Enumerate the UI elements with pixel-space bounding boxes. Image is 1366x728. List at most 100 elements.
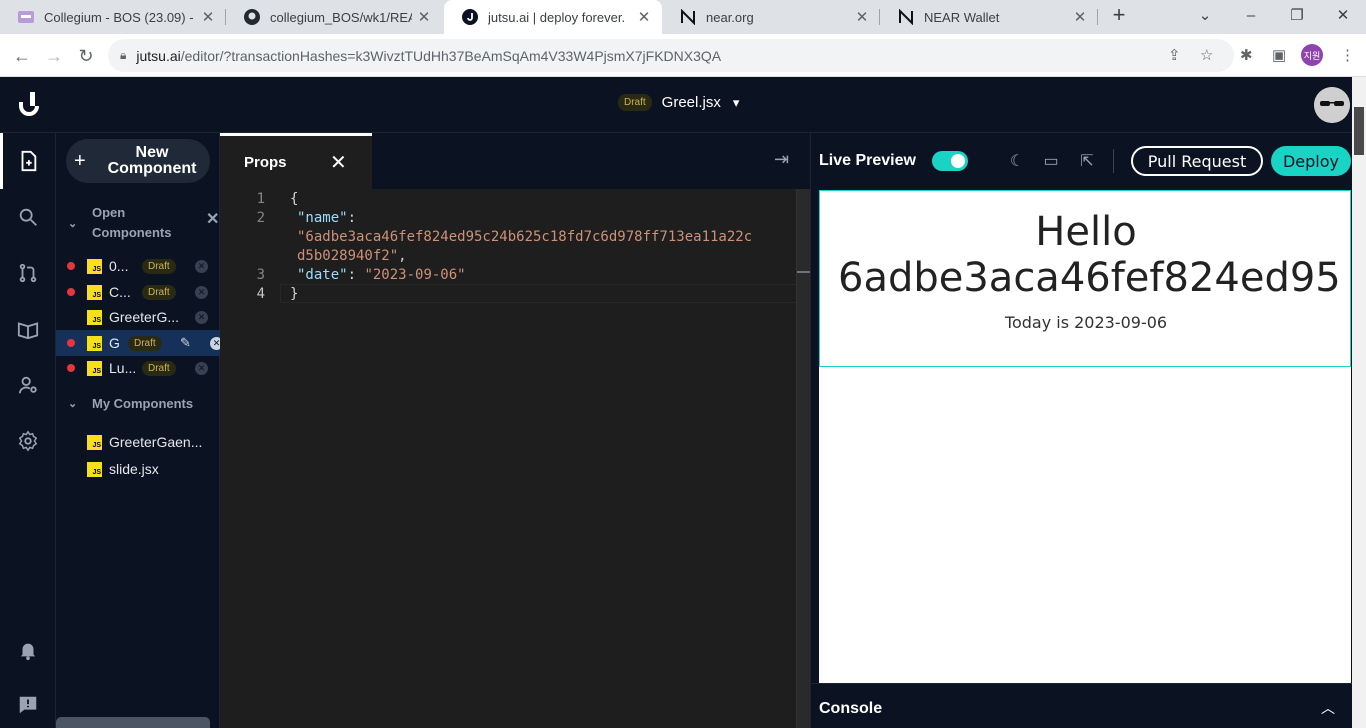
browser-tab-collegium[interactable]: Collegium - BOS (23.09) - 2 ✕ xyxy=(0,0,226,34)
rename-pencil-icon[interactable]: ✎ xyxy=(180,335,191,351)
current-line-highlight xyxy=(280,284,810,303)
extensions-puzzle-icon[interactable]: ✱ xyxy=(1240,46,1253,64)
close-icon[interactable]: ✕ xyxy=(195,285,208,299)
scrollbar-thumb[interactable] xyxy=(1354,107,1364,155)
list-item-selected[interactable]: JS G Draft ✎ ✕ xyxy=(56,330,223,356)
list-item[interactable]: JS slide.jsx xyxy=(56,456,220,482)
open-components-header[interactable]: ⌄ Open Components ✕ xyxy=(68,203,220,243)
json-value: "6adbe3aca46fef824ed95c24b625c18fd7c6d97… xyxy=(297,229,753,245)
close-all-icon[interactable]: ✕ xyxy=(206,209,219,229)
my-components-header[interactable]: ⌄ My Components xyxy=(68,396,193,411)
new-component-label: New Component xyxy=(107,144,197,177)
pull-request-button[interactable]: Pull Request xyxy=(1131,146,1263,176)
reload-icon[interactable]: ↻ xyxy=(72,42,100,70)
address-bar[interactable]: 🔒︎ jutsu.ai/editor/?transactionHashes=k3… xyxy=(108,39,1234,72)
chevron-up-icon[interactable]: ︿ xyxy=(1321,698,1335,718)
more-menu-icon[interactable]: ⋮ xyxy=(1340,46,1355,64)
bell-icon[interactable] xyxy=(16,638,40,662)
json-value: "2023-09-06" xyxy=(364,267,466,283)
new-tab-button[interactable]: + xyxy=(1097,0,1141,30)
share-icon[interactable]: ⇪ xyxy=(1168,46,1181,64)
browser-tab-near[interactable]: near.org ✕ xyxy=(662,0,880,34)
close-icon[interactable]: ✕ xyxy=(632,8,656,26)
moon-icon[interactable]: ☾ xyxy=(1007,151,1027,171)
json-key: "date" xyxy=(297,267,348,283)
close-icon[interactable]: ✕ xyxy=(195,310,208,324)
json-value: d5b028940f2" xyxy=(297,248,399,264)
file-name: GreeterG... xyxy=(109,309,180,325)
lock-icon: 🔒︎ xyxy=(120,48,127,62)
list-item[interactable]: JS Lu... Draft ✕ xyxy=(56,355,220,381)
code-line: { xyxy=(290,191,299,207)
js-file-icon: JS xyxy=(87,360,102,376)
list-item[interactable]: JS GreeterG... ✕ xyxy=(56,304,220,330)
book-icon[interactable] xyxy=(16,317,40,341)
file-name: 0... xyxy=(109,258,129,274)
forward-arrow-icon[interactable]: → xyxy=(40,42,68,70)
app-header: Draft Greel.jsx ▾ xyxy=(0,77,1352,133)
code-editor-panel: Props ✕ ⇥ 1 2 3 4 { "name": "6adbe3aca46… xyxy=(220,133,811,728)
preview-canvas: Hello 6adbe3aca46fef824ed95 Today is 202… xyxy=(819,190,1351,683)
side-panel-icon[interactable]: ▣ xyxy=(1272,46,1286,64)
user-avatar[interactable] xyxy=(1314,87,1350,123)
scroll-marker xyxy=(797,271,811,273)
line-number: 3 xyxy=(256,267,265,283)
console-panel[interactable]: Console ︿ xyxy=(811,683,1353,728)
restore-button[interactable]: ❐ xyxy=(1274,0,1320,30)
pull-request-icon[interactable] xyxy=(16,261,40,285)
section-title: My Components xyxy=(92,396,194,411)
list-item[interactable]: JS C... Draft ✕ xyxy=(56,279,220,305)
browser-tab-near-wallet[interactable]: NEAR Wallet ✕ xyxy=(880,0,1098,34)
close-icon[interactable]: ✕ xyxy=(850,8,874,26)
live-preview-toggle[interactable] xyxy=(932,151,968,171)
file-name: C... xyxy=(109,284,131,300)
code-area[interactable]: 1 2 3 4 { "name": "6adbe3aca46fef824ed95… xyxy=(220,189,811,728)
search-icon[interactable] xyxy=(16,205,40,229)
tab-title: Collegium - BOS (23.09) - 2 xyxy=(44,9,196,25)
close-icon[interactable]: ✕ xyxy=(195,259,208,273)
list-item[interactable]: JS GreeterGaen... xyxy=(56,429,220,455)
page-scrollbar[interactable] xyxy=(1352,77,1366,728)
active-indicator xyxy=(0,133,3,189)
draft-badge: Draft xyxy=(142,360,176,376)
close-icon[interactable]: ✕ xyxy=(195,361,208,375)
browser-tab-jutsu[interactable]: jutsu.ai | deploy forever. ✕ xyxy=(444,0,662,34)
file-name: Lu... xyxy=(109,360,135,376)
close-icon[interactable]: ✕ xyxy=(412,8,436,26)
tab-title: jutsu.ai | deploy forever. xyxy=(488,9,626,25)
feedback-icon[interactable] xyxy=(16,693,40,717)
draft-badge: Draft xyxy=(128,335,162,351)
tab-props[interactable]: Props ✕ xyxy=(220,133,372,189)
list-item[interactable]: JS 0... Draft ✕ xyxy=(56,253,220,279)
collapse-panel-icon[interactable]: ⇥ xyxy=(774,149,789,170)
new-file-icon[interactable] xyxy=(16,149,40,173)
code-line: } xyxy=(290,286,299,302)
new-component-button[interactable]: + New Component xyxy=(66,139,210,183)
editor-scrollbar[interactable] xyxy=(796,189,811,728)
json-key: "name" xyxy=(297,210,348,226)
current-file-selector[interactable]: Draft Greel.jsx ▾ xyxy=(618,94,739,111)
jutsu-logo[interactable] xyxy=(18,92,40,116)
draft-badge: Draft xyxy=(142,284,176,300)
js-file-icon: JS xyxy=(87,335,102,351)
devices-icon[interactable]: ▭ xyxy=(1041,151,1061,171)
tab-search-chevron-icon[interactable]: ⌄ xyxy=(1182,0,1228,30)
close-icon[interactable]: ✕ xyxy=(330,150,347,175)
tab-title: near.org xyxy=(706,9,754,25)
profile-avatar[interactable]: 지원 xyxy=(1301,44,1323,66)
back-arrow-icon[interactable]: ← xyxy=(8,42,36,70)
user-search-icon[interactable] xyxy=(16,373,40,397)
bookmark-star-icon[interactable]: ☆ xyxy=(1200,46,1213,64)
minimize-button[interactable]: – xyxy=(1228,0,1274,30)
open-external-icon[interactable]: ⇱ xyxy=(1077,151,1097,171)
gear-icon[interactable] xyxy=(16,429,40,453)
unsaved-dot xyxy=(67,364,75,372)
window-close-button[interactable]: ✕ xyxy=(1320,0,1366,30)
close-icon[interactable]: ✕ xyxy=(1068,8,1092,26)
browser-tab-github[interactable]: collegium_BOS/wk1/READM ✕ xyxy=(226,0,442,34)
code-line: "date": "2023-09-06" xyxy=(297,267,466,283)
file-explorer: + New Component ⌄ Open Components ✕ JS 0… xyxy=(56,133,223,728)
scrollbar-thumb[interactable] xyxy=(56,717,210,728)
deploy-button[interactable]: Deploy xyxy=(1271,146,1351,176)
close-icon[interactable]: ✕ xyxy=(196,8,220,26)
